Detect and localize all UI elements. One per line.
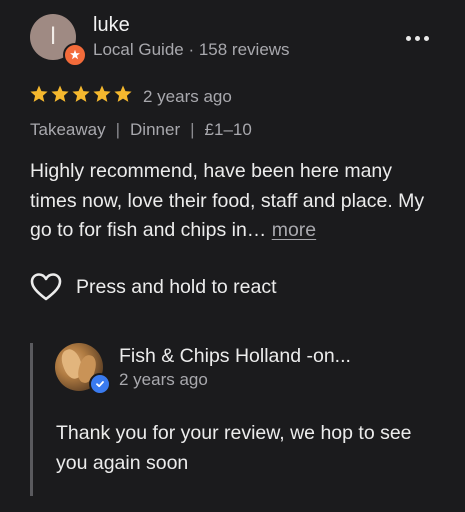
tag-price: £1–10 [204, 120, 252, 139]
owner-response-date: 2 years ago [119, 370, 208, 389]
more-options-dot [414, 35, 420, 41]
heart-icon [30, 273, 62, 301]
tag-separator: | [115, 120, 121, 139]
more-options-icon[interactable] [400, 24, 434, 52]
review-date: 2 years ago [143, 87, 232, 106]
owner-reply-text: Thank you for your review, we hop to see… [56, 422, 412, 474]
avatar-letter: l [50, 23, 56, 50]
star-icon [114, 85, 132, 102]
more-options-dot [405, 35, 411, 41]
owner-name[interactable]: Fish & Chips Holland -on... [119, 345, 351, 368]
tag-dinner: Dinner [130, 120, 181, 139]
react-label: Press and hold to react [76, 275, 277, 298]
verified-badge-icon [89, 373, 111, 395]
reviewer-meta[interactable]: Local Guide · 158 reviews [93, 40, 290, 60]
star-icon [93, 85, 111, 102]
star-rating [29, 84, 133, 104]
star-icon [72, 85, 90, 102]
tag-takeaway: Takeaway [30, 120, 106, 139]
review-tags: Takeaway | Dinner | £1–10 [30, 120, 252, 140]
more-options-dot [423, 35, 429, 41]
local-guide-badge-icon [63, 43, 87, 67]
reviewer-name[interactable]: luke [93, 14, 130, 37]
star-icon [30, 85, 48, 102]
review-card: l luke Local Guide · 158 reviews 2 years… [0, 0, 465, 512]
react-button[interactable]: Press and hold to react [30, 272, 277, 302]
star-icon [51, 85, 69, 102]
review-text: Highly recommend, have been here many ti… [30, 157, 440, 246]
owner-reply-divider [30, 343, 33, 496]
review-body: Highly recommend, have been here many ti… [30, 160, 425, 241]
tag-separator: | [190, 120, 195, 139]
more-link[interactable]: more [272, 219, 316, 241]
